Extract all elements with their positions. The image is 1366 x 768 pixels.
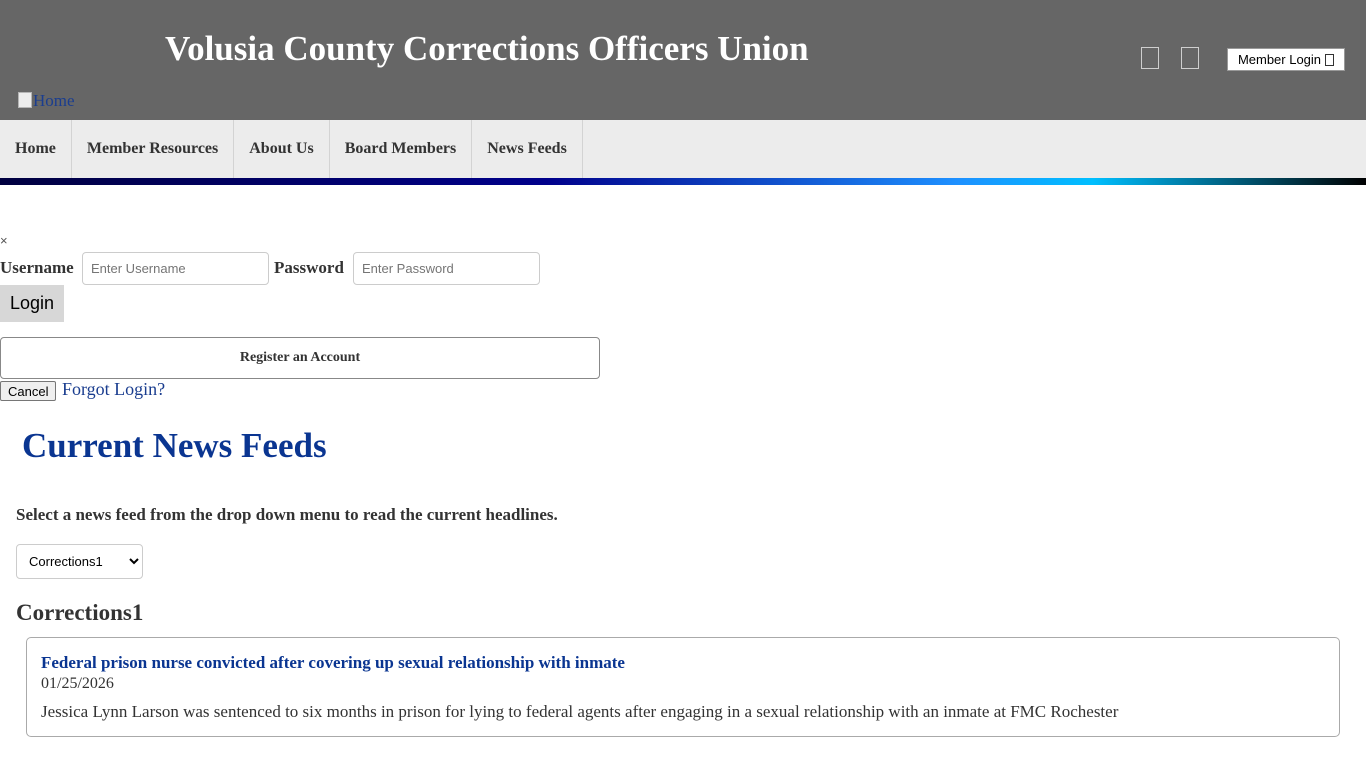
nav-item-member-resources[interactable]: Member Resources — [72, 120, 235, 178]
main-nav: Home Member Resources About Us Board Mem… — [0, 120, 1366, 178]
news-article-card: Federal prison nurse convicted after cov… — [26, 637, 1340, 737]
username-input[interactable] — [82, 252, 269, 285]
article-description: Jessica Lynn Larson was sentenced to six… — [41, 702, 1119, 721]
home-logo-link[interactable]: Home — [18, 91, 75, 111]
site-header: Volusia County Corrections Officers Unio… — [0, 0, 1366, 120]
cancel-button[interactable]: Cancel — [0, 381, 57, 401]
facebook-icon[interactable] — [1141, 47, 1159, 69]
login-icon — [1325, 53, 1335, 66]
register-account-button[interactable]: Register an Account — [0, 337, 600, 379]
forgot-login-link[interactable]: Forgot Login? — [62, 379, 165, 400]
article-title-link[interactable]: Federal prison nurse convicted after cov… — [41, 653, 625, 673]
member-login-label: Member Login — [1237, 52, 1322, 67]
twitter-icon[interactable] — [1181, 47, 1199, 69]
member-login-button[interactable]: Member Login — [1227, 48, 1345, 71]
password-label: Password — [274, 258, 344, 277]
page-title: Current News Feeds — [22, 426, 327, 465]
login-button[interactable]: Login — [0, 285, 64, 322]
article-date: 01/25/2026 — [41, 675, 114, 692]
close-icon[interactable]: × — [0, 233, 8, 248]
feed-heading: Corrections1 — [16, 600, 144, 625]
password-input[interactable] — [353, 252, 540, 285]
nav-item-home[interactable]: Home — [0, 120, 72, 178]
nav-item-news-feeds[interactable]: News Feeds — [472, 120, 583, 178]
header-gradient-stripe — [0, 178, 1366, 185]
username-label: Username — [0, 258, 74, 277]
broken-image-icon — [18, 92, 32, 108]
feed-instructions: Select a news feed from the drop down me… — [16, 505, 558, 524]
nav-item-about-us[interactable]: About Us — [234, 120, 330, 178]
site-title: Volusia County Corrections Officers Unio… — [165, 29, 809, 68]
home-logo-alt-text: Home — [33, 91, 75, 110]
news-feed-select[interactable]: Corrections1 — [16, 544, 143, 579]
nav-item-board-members[interactable]: Board Members — [330, 120, 473, 178]
